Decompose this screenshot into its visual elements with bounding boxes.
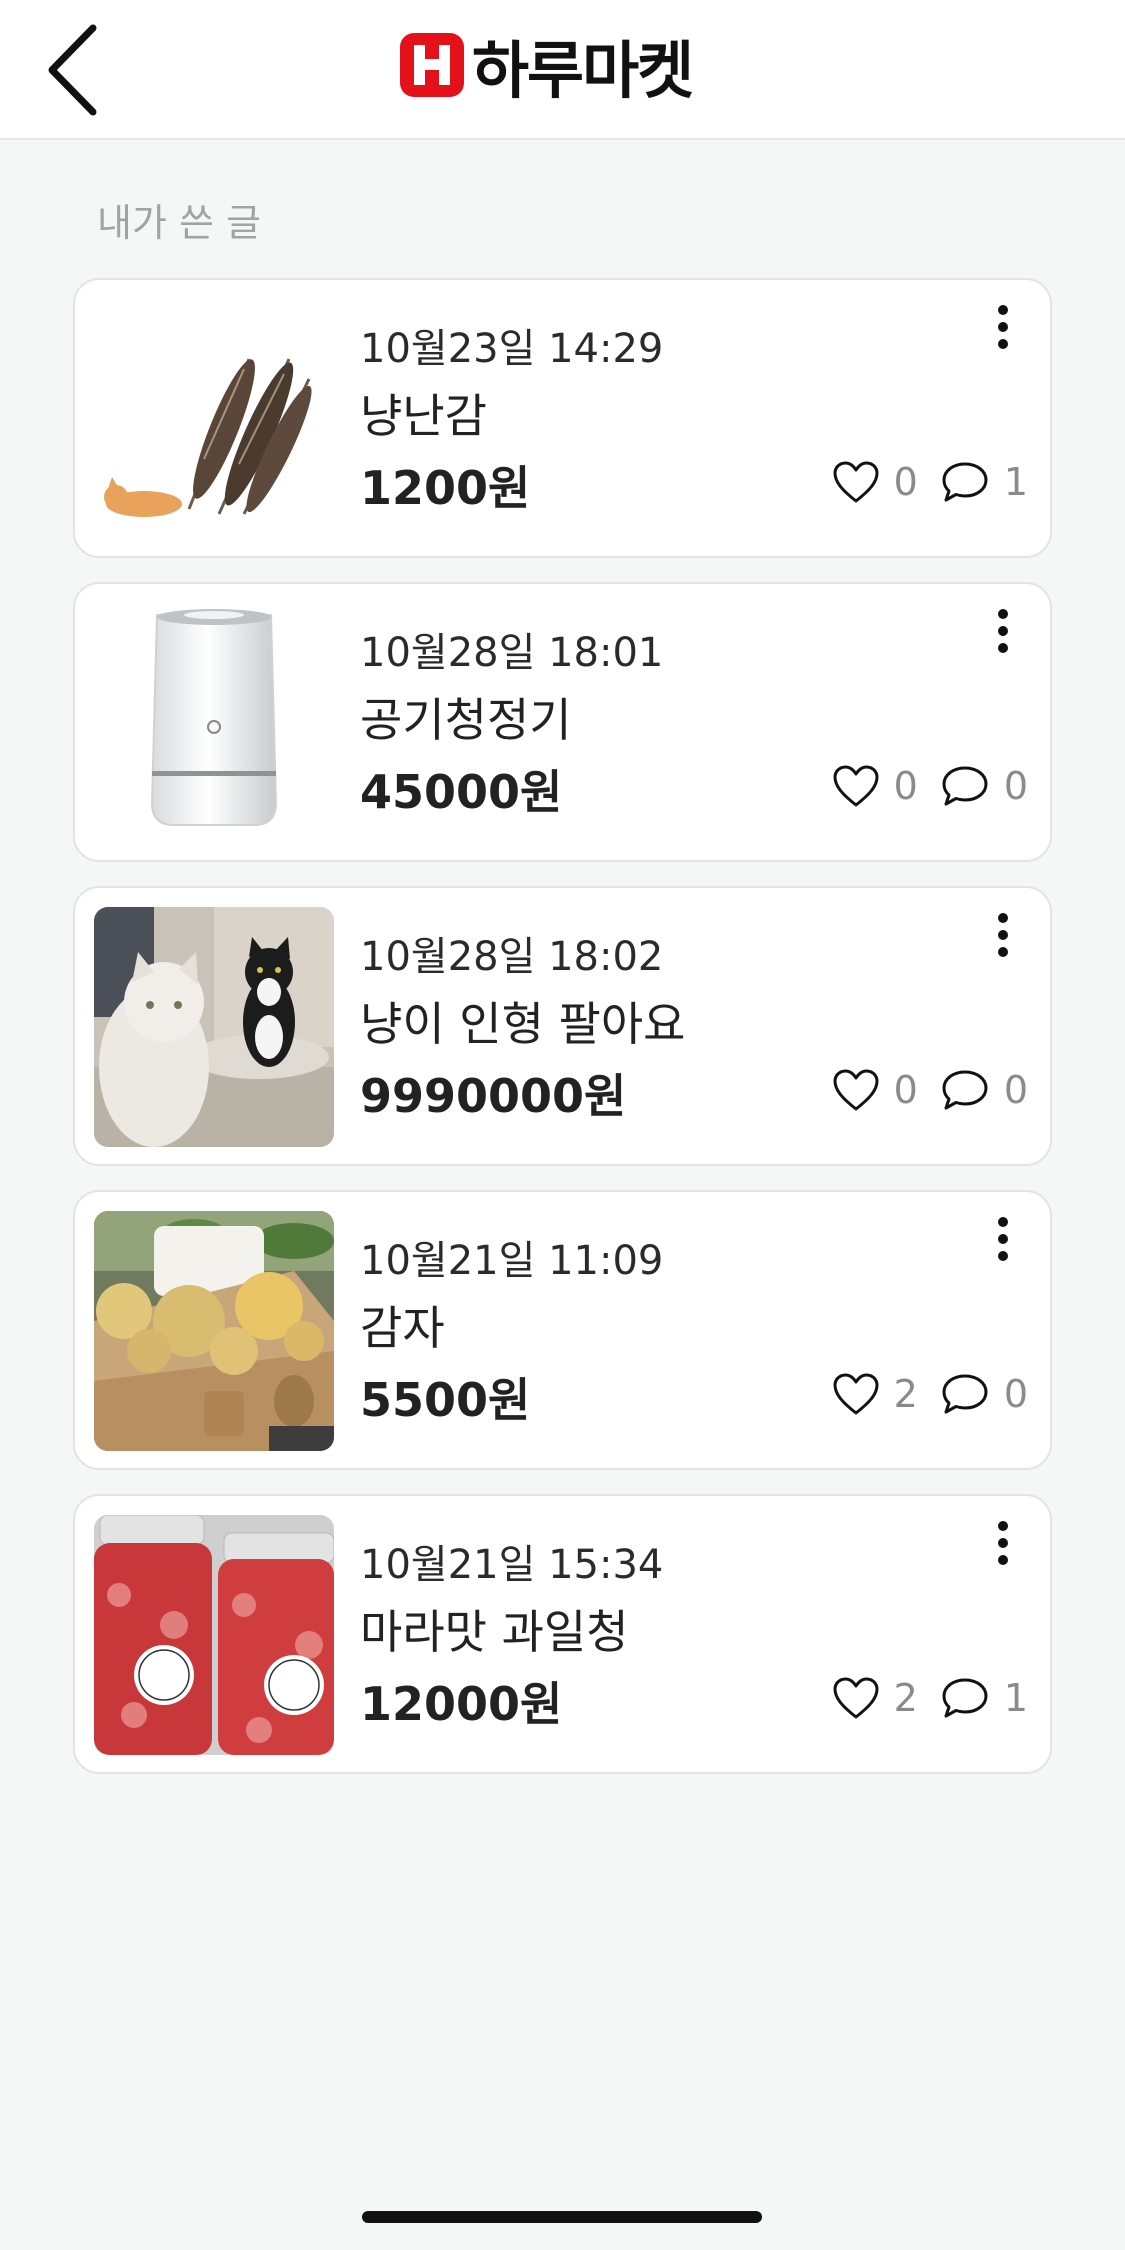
heart-icon[interactable] <box>832 1676 880 1720</box>
post-thumbnail <box>94 907 334 1147</box>
post-card[interactable]: 10월28일 18:02 냥이 인형 팔아요 9990000원 0 0 <box>73 886 1052 1166</box>
logo-badge <box>400 33 464 97</box>
post-stats: 0 0 <box>832 756 1028 816</box>
more-vertical-icon <box>998 609 1008 653</box>
post-price: 45000원 <box>360 765 563 819</box>
comment-count: 0 <box>1003 1068 1028 1112</box>
heart-icon[interactable] <box>832 460 880 504</box>
post-title: 공기청정기 <box>360 693 572 747</box>
post-stats: 2 1 <box>832 1668 1028 1728</box>
post-stats: 2 0 <box>832 1364 1028 1424</box>
post-card[interactable]: 10월23일 14:29 냥난감 1200원 0 1 <box>73 278 1052 558</box>
comment-count: 0 <box>1003 1372 1028 1416</box>
more-options-button[interactable] <box>988 1518 1018 1568</box>
post-price: 1200원 <box>360 461 531 515</box>
like-count: 2 <box>893 1676 918 1720</box>
comment-count: 1 <box>1003 1676 1028 1720</box>
post-date: 10월28일 18:01 <box>360 630 664 676</box>
back-button[interactable] <box>38 20 108 120</box>
more-options-button[interactable] <box>988 910 1018 960</box>
app-header: 하루마켓 <box>0 0 1125 140</box>
post-price: 9990000원 <box>360 1069 627 1123</box>
post-thumbnail <box>94 603 334 843</box>
more-vertical-icon <box>998 1217 1008 1261</box>
like-count: 2 <box>893 1372 918 1416</box>
post-date: 10월28일 18:02 <box>360 934 664 980</box>
comment-count: 0 <box>1003 764 1028 808</box>
logo-h-letter <box>414 45 450 85</box>
post-title: 냥이 인형 팔아요 <box>360 997 686 1051</box>
post-thumbnail <box>94 299 334 539</box>
post-thumbnail <box>94 1515 334 1755</box>
logo-text: 하루마켓 <box>472 34 694 107</box>
post-card[interactable]: 10월28일 18:01 공기청정기 45000원 0 0 <box>73 582 1052 862</box>
post-date: 10월23일 14:29 <box>360 326 664 372</box>
heart-icon[interactable] <box>832 764 880 808</box>
comment-icon[interactable] <box>940 460 990 504</box>
comment-icon[interactable] <box>940 1068 990 1112</box>
more-options-button[interactable] <box>988 302 1018 352</box>
comment-count: 1 <box>1003 460 1028 504</box>
more-options-button[interactable] <box>988 606 1018 656</box>
post-thumbnail <box>94 1211 334 1451</box>
post-card[interactable]: 10월21일 15:34 마라맛 과일청 12000원 2 1 <box>73 1494 1052 1774</box>
section-title: 내가 쓴 글 <box>97 201 261 245</box>
chevron-left-icon <box>48 24 97 116</box>
post-list: 10월23일 14:29 냥난감 1200원 0 1 10월28일 18:01 … <box>73 278 1052 1798</box>
more-vertical-icon <box>998 1521 1008 1565</box>
like-count: 0 <box>893 764 918 808</box>
post-price: 5500원 <box>360 1373 531 1427</box>
like-count: 0 <box>893 460 918 504</box>
app-logo: 하루마켓 <box>400 30 694 107</box>
comment-icon[interactable] <box>940 1676 990 1720</box>
post-title: 감자 <box>360 1301 445 1355</box>
post-stats: 0 1 <box>832 452 1028 512</box>
like-count: 0 <box>893 1068 918 1112</box>
more-options-button[interactable] <box>988 1214 1018 1264</box>
home-indicator <box>362 2211 762 2223</box>
post-price: 12000원 <box>360 1677 563 1731</box>
more-vertical-icon <box>998 305 1008 349</box>
heart-icon[interactable] <box>832 1068 880 1112</box>
post-date: 10월21일 11:09 <box>360 1238 664 1284</box>
post-title: 마라맛 과일청 <box>360 1605 629 1659</box>
comment-icon[interactable] <box>940 1372 990 1416</box>
post-date: 10월21일 15:34 <box>360 1542 664 1588</box>
post-title: 냥난감 <box>360 389 487 443</box>
post-stats: 0 0 <box>832 1060 1028 1120</box>
comment-icon[interactable] <box>940 764 990 808</box>
more-vertical-icon <box>998 913 1008 957</box>
heart-icon[interactable] <box>832 1372 880 1416</box>
post-card[interactable]: 10월21일 11:09 감자 5500원 2 0 <box>73 1190 1052 1470</box>
